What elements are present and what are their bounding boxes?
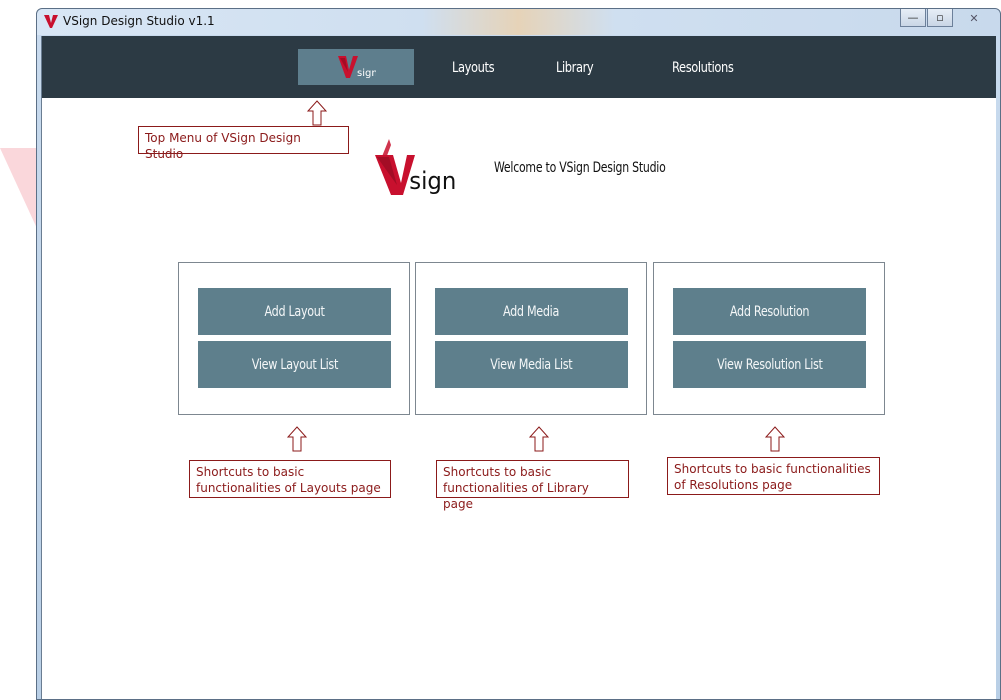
annotation-up-arrow: [307, 100, 327, 126]
add-resolution-label: Add Resolution: [729, 303, 810, 320]
close-icon: ✕: [969, 11, 979, 25]
top-menu: sign Layouts Library Resolutions: [42, 36, 996, 98]
nav-logo-text: sign: [357, 68, 376, 79]
window-title: VSign Design Studio v1.1: [63, 14, 215, 28]
add-media-label: Add Media: [503, 303, 560, 320]
view-media-list-button[interactable]: View Media List: [435, 341, 628, 388]
annotation-layouts-line2: functionalities of Layouts page: [196, 481, 381, 495]
annotation-library: Shortcuts to basic functionalities of Li…: [436, 460, 629, 511]
view-layout-list-button[interactable]: View Layout List: [198, 341, 391, 388]
view-layout-list-label: View Layout List: [251, 356, 338, 373]
annotation-resolutions: Shortcuts to basic functionalities of Re…: [667, 457, 880, 495]
annotation-up-arrow: [765, 426, 785, 452]
nav-home-logo-button[interactable]: sign: [298, 49, 414, 85]
add-layout-label: Add Layout: [264, 303, 325, 320]
nav-layouts[interactable]: Layouts: [452, 60, 495, 76]
annotation-resolutions-line1: Shortcuts to basic functionalities: [674, 462, 871, 476]
view-resolution-list-button[interactable]: View Resolution List: [673, 341, 866, 388]
title-bar[interactable]: VSign Design Studio v1.1 — ▫ ✕: [37, 9, 1000, 35]
maximize-icon: ▫: [936, 11, 944, 24]
vsign-logo-icon: sign: [338, 56, 376, 79]
annotation-top-menu: Top Menu of VSign Design Studio: [138, 126, 349, 161]
annotation-layouts: Shortcuts to basic functionalities of La…: [189, 460, 391, 498]
view-media-list-label: View Media List: [490, 356, 573, 373]
annotation-up-arrow: [529, 426, 549, 452]
annotation-layouts-line1: Shortcuts to basic: [196, 465, 305, 479]
maximize-button[interactable]: ▫: [927, 9, 953, 27]
layouts-shortcut-panel: Add Layout View Layout List: [178, 262, 410, 415]
add-layout-button[interactable]: Add Layout: [198, 288, 391, 335]
close-button[interactable]: ✕: [954, 9, 994, 27]
annotation-resolutions-line2: of Resolutions page: [674, 478, 793, 492]
annotation-library-line1: Shortcuts to basic: [443, 465, 552, 479]
annotation-top-menu-text: Top Menu of VSign Design Studio: [145, 131, 301, 161]
add-resolution-button[interactable]: Add Resolution: [673, 288, 866, 335]
vsign-welcome-logo: sign: [375, 139, 456, 195]
library-shortcut-panel: Add Media View Media List: [415, 262, 647, 415]
welcome-logo-text: sign: [409, 166, 456, 195]
vsign-app-icon: [44, 15, 58, 28]
window-controls: — ▫ ✕: [899, 9, 994, 29]
add-media-button[interactable]: Add Media: [435, 288, 628, 335]
minimize-icon: —: [907, 11, 919, 24]
client-area: sign Layouts Library Resolutions Top Men…: [41, 36, 996, 699]
annotation-library-line2: functionalities of Library page: [443, 481, 589, 511]
welcome-message: Welcome to VSign Design Studio: [494, 160, 666, 176]
nav-library[interactable]: Library: [556, 60, 594, 76]
resolutions-shortcut-panel: Add Resolution View Resolution List: [653, 262, 885, 415]
view-resolution-list-label: View Resolution List: [716, 356, 823, 373]
nav-resolutions[interactable]: Resolutions: [672, 60, 734, 76]
background-watermark-logo: [0, 148, 40, 235]
minimize-button[interactable]: —: [900, 9, 926, 27]
app-window: VSign Design Studio v1.1 — ▫ ✕ sign Layo…: [36, 8, 1001, 700]
annotation-up-arrow: [287, 426, 307, 452]
